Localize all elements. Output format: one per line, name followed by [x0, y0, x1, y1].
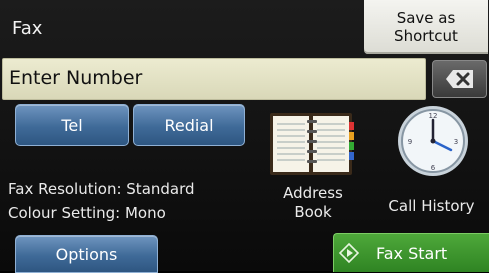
- enter-number-text: Enter Number: [9, 67, 143, 89]
- address-book-label-line1: Address: [283, 184, 343, 202]
- enter-number-field[interactable]: Enter Number: [2, 58, 426, 100]
- start-diamond-icon: [338, 242, 360, 264]
- call-history-label: Call History: [388, 197, 475, 215]
- svg-text:9: 9: [408, 138, 412, 146]
- screen-title: Fax: [12, 18, 43, 39]
- shortcut-label-line2: Shortcut: [394, 27, 458, 45]
- shortcut-label-line1: Save as: [396, 9, 456, 27]
- fax-resolution-status: Fax Resolution: Standard: [8, 180, 195, 198]
- fax-start-label: Fax Start: [376, 243, 448, 263]
- options-button[interactable]: Options: [15, 235, 158, 273]
- svg-text:6: 6: [431, 164, 436, 172]
- svg-text:3: 3: [454, 138, 458, 146]
- fax-screen: Fax Save as Shortcut Enter Number Tel Re…: [0, 0, 489, 273]
- tel-button[interactable]: Tel: [15, 104, 129, 146]
- redial-button[interactable]: Redial: [133, 104, 245, 146]
- address-book-icon[interactable]: [268, 110, 356, 178]
- colour-setting-status: Colour Setting: Mono: [8, 204, 166, 222]
- clock-icon[interactable]: 12 3 6 9: [396, 104, 470, 178]
- address-book-label: Address Book: [263, 184, 363, 222]
- fax-start-button[interactable]: Fax Start: [333, 233, 489, 272]
- backspace-icon: [445, 70, 473, 88]
- address-book-label-line2: Book: [294, 203, 332, 221]
- save-as-shortcut-button[interactable]: Save as Shortcut: [364, 0, 488, 54]
- backspace-button[interactable]: [432, 60, 487, 98]
